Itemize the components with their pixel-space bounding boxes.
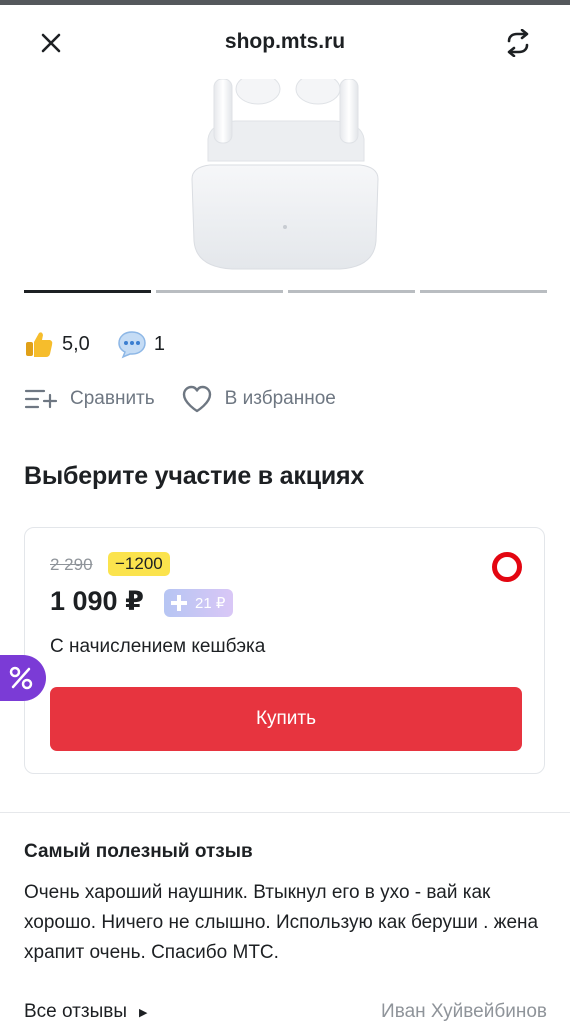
review-text: Очень хароший наушник. Втыкнул его в ухо… — [24, 882, 539, 963]
cashback-note: С начислением кешбэка — [50, 636, 266, 657]
comment-icon — [118, 331, 146, 359]
gallery-indicator-3[interactable] — [288, 290, 415, 293]
refresh-icon — [507, 29, 529, 57]
gallery-indicator-2[interactable] — [156, 290, 283, 293]
promotion-offer-card[interactable]: 2 290 −1200 1 090 ₽ 21 ₽ С начислением к… — [24, 527, 545, 774]
radio-dot — [502, 562, 512, 572]
section-divider — [0, 812, 570, 813]
gallery-indicator-4[interactable] — [420, 290, 547, 293]
rating-score: 5,0 — [62, 332, 90, 355]
cashback-badge: 21 ₽ — [164, 589, 234, 617]
page-url: shop.mts.ru — [224, 30, 346, 53]
rating-row: 5,0 1 — [24, 326, 165, 362]
product-image[interactable] — [180, 73, 390, 274]
gallery-indicator-1[interactable] — [24, 290, 151, 293]
comments-count: 1 — [153, 332, 165, 355]
cashback-amount: 21 ₽ — [195, 595, 226, 612]
percent-icon — [9, 666, 33, 690]
heart-icon — [182, 385, 211, 413]
compare-button[interactable]: Сравнить — [24, 387, 155, 411]
review-author: Иван Хуйвейбинов — [381, 1001, 547, 1022]
buy-button[interactable]: Купить — [50, 687, 522, 751]
compare-label: Сравнить — [70, 388, 155, 409]
thumbs-up-icon — [26, 332, 53, 357]
offer-radio-selected[interactable] — [492, 552, 522, 582]
current-price: 1 090 ₽ — [50, 586, 144, 616]
compare-icon — [24, 389, 58, 409]
discount-badge: −1200 — [108, 552, 170, 576]
favorite-button[interactable]: В избранное — [181, 385, 336, 413]
triangle-right-icon: ▶ — [139, 1006, 148, 1019]
all-reviews-link[interactable]: Все отзывы ▶ — [24, 1001, 147, 1023]
cashback-plus-icon — [171, 595, 187, 611]
actions-row: Сравнить В избранное — [24, 382, 336, 416]
favorite-label: В избранное — [224, 388, 336, 409]
refresh-button[interactable] — [498, 23, 538, 63]
promotions-title: Выберите участие в акциях — [24, 462, 365, 490]
promo-discount-button[interactable] — [0, 655, 46, 701]
browser-header: shop.mts.ru — [0, 5, 570, 79]
old-price: 2 290 — [50, 555, 93, 574]
review-section-title: Самый полезный отзыв — [24, 841, 253, 862]
all-reviews-label: Все отзывы — [24, 1001, 127, 1022]
